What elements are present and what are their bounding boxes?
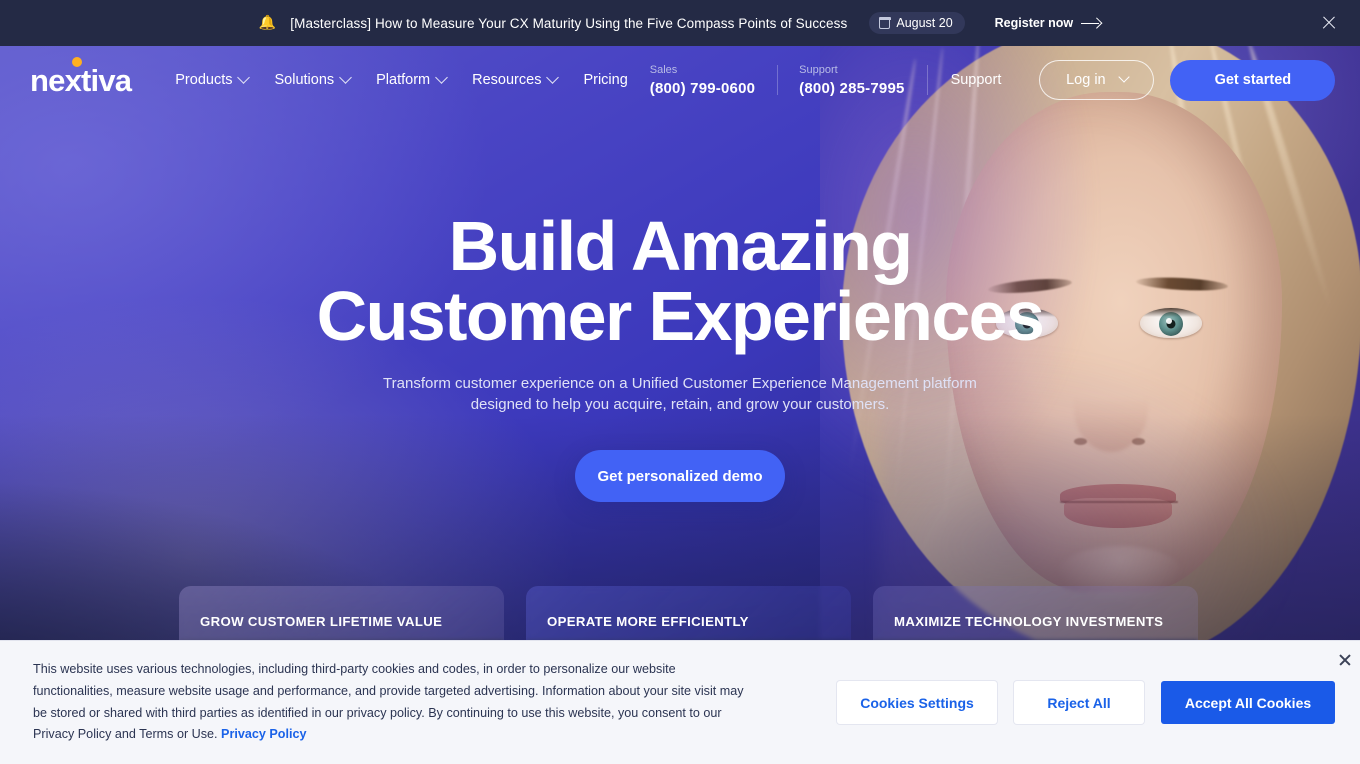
chevron-down-icon	[237, 70, 251, 84]
cookie-consent-buttons: Cookies Settings Reject All Accept All C…	[837, 681, 1335, 724]
support-phone-number: (800) 285-7995	[799, 79, 905, 97]
announcement-date-label: August 20	[896, 16, 953, 30]
calendar-icon	[879, 17, 891, 29]
announcement-date-pill: August 20	[869, 12, 965, 34]
cookie-consent-banner: This website uses various technologies, …	[0, 640, 1360, 764]
logo-dot-icon	[72, 56, 82, 67]
announcement-close-icon[interactable]	[1319, 13, 1339, 33]
nav-item-label: Pricing	[583, 72, 628, 88]
nav-right-section: Sales (800) 799-0600 Support (800) 285-7…	[628, 46, 1360, 114]
login-button[interactable]: Log in	[1039, 60, 1155, 100]
chevron-down-icon	[339, 70, 353, 84]
arrow-right-icon	[1081, 18, 1101, 28]
announcement-content: 🔔 [Masterclass] How to Measure Your CX M…	[259, 12, 1101, 34]
sales-phone-label: Sales	[649, 64, 678, 77]
hero-card-label: MAXIMIZE TECHNOLOGY INVESTMENTS	[894, 613, 1164, 629]
support-link[interactable]: Support	[927, 46, 1026, 114]
chevron-down-icon	[435, 70, 449, 84]
bell-icon: 🔔	[258, 14, 277, 30]
announcement-text: [Masterclass] How to Measure Your CX Mat…	[290, 15, 848, 31]
nav-item-platform[interactable]: Platform	[376, 70, 449, 88]
cookie-banner-close-icon[interactable]	[1334, 649, 1356, 671]
reject-all-button[interactable]: Reject All	[1014, 681, 1144, 724]
portrait-eyelash	[1140, 308, 1202, 317]
chevron-down-icon	[546, 70, 560, 84]
chevron-down-icon	[1117, 71, 1130, 83]
privacy-policy-link[interactable]: Privacy Policy	[221, 727, 306, 741]
hero-background	[0, 46, 1360, 640]
hero-card-label: GROW CUSTOMER LIFETIME VALUE	[200, 613, 443, 629]
hero-card-label: OPERATE MORE EFFICIENTLY	[547, 613, 749, 629]
nav-links: Products Solutions Platform Resources Pr…	[175, 70, 628, 88]
login-button-label: Log in	[1066, 72, 1106, 88]
register-now-link[interactable]: Register now	[995, 16, 1102, 30]
get-started-button[interactable]: Get started	[1170, 59, 1336, 101]
cookie-consent-body: This website uses various technologies, …	[33, 661, 744, 742]
announcement-banner: 🔔 [Masterclass] How to Measure Your CX M…	[0, 0, 1360, 46]
portrait-eyelash	[996, 308, 1058, 317]
nav-item-label: Products	[175, 72, 233, 88]
hero-portrait-image	[820, 46, 1360, 640]
cookies-settings-button[interactable]: Cookies Settings	[837, 681, 997, 724]
sales-phone-block[interactable]: Sales (800) 799-0600	[628, 63, 777, 96]
nav-item-label: Resources	[472, 72, 542, 88]
nextiva-logo[interactable]: nextiva	[30, 56, 132, 98]
nav-item-label: Solutions	[274, 72, 335, 88]
nav-item-products[interactable]: Products	[175, 70, 251, 88]
nav-item-pricing[interactable]: Pricing	[583, 72, 627, 88]
nav-item-label: Platform	[376, 72, 431, 88]
main-navigation: nextiva Products Solutions Platform Reso…	[0, 46, 1360, 114]
page-root: 🔔 [Masterclass] How to Measure Your CX M…	[0, 0, 1360, 764]
get-personalized-demo-button[interactable]: Get personalized demo	[575, 450, 785, 502]
sales-phone-number: (800) 799-0600	[649, 79, 756, 97]
get-started-label: Get started	[1214, 72, 1292, 88]
nav-item-resources[interactable]: Resources	[472, 70, 560, 88]
portrait-nostril	[1074, 438, 1087, 445]
accept-all-cookies-button[interactable]: Accept All Cookies	[1161, 681, 1335, 724]
register-now-label: Register now	[994, 16, 1074, 30]
logo-text: nextiva	[30, 62, 132, 98]
portrait-eye	[1140, 308, 1202, 338]
hero-cta-label: Get personalized demo	[597, 467, 763, 485]
support-phone-label: Support	[799, 64, 838, 77]
cookie-consent-text: This website uses various technologies, …	[33, 659, 753, 747]
support-link-label: Support	[950, 72, 1002, 88]
portrait-nostril	[1132, 438, 1145, 445]
support-phone-block[interactable]: Support (800) 285-7995	[777, 63, 926, 96]
nav-item-solutions[interactable]: Solutions	[274, 70, 353, 88]
portrait-eye	[996, 308, 1058, 338]
